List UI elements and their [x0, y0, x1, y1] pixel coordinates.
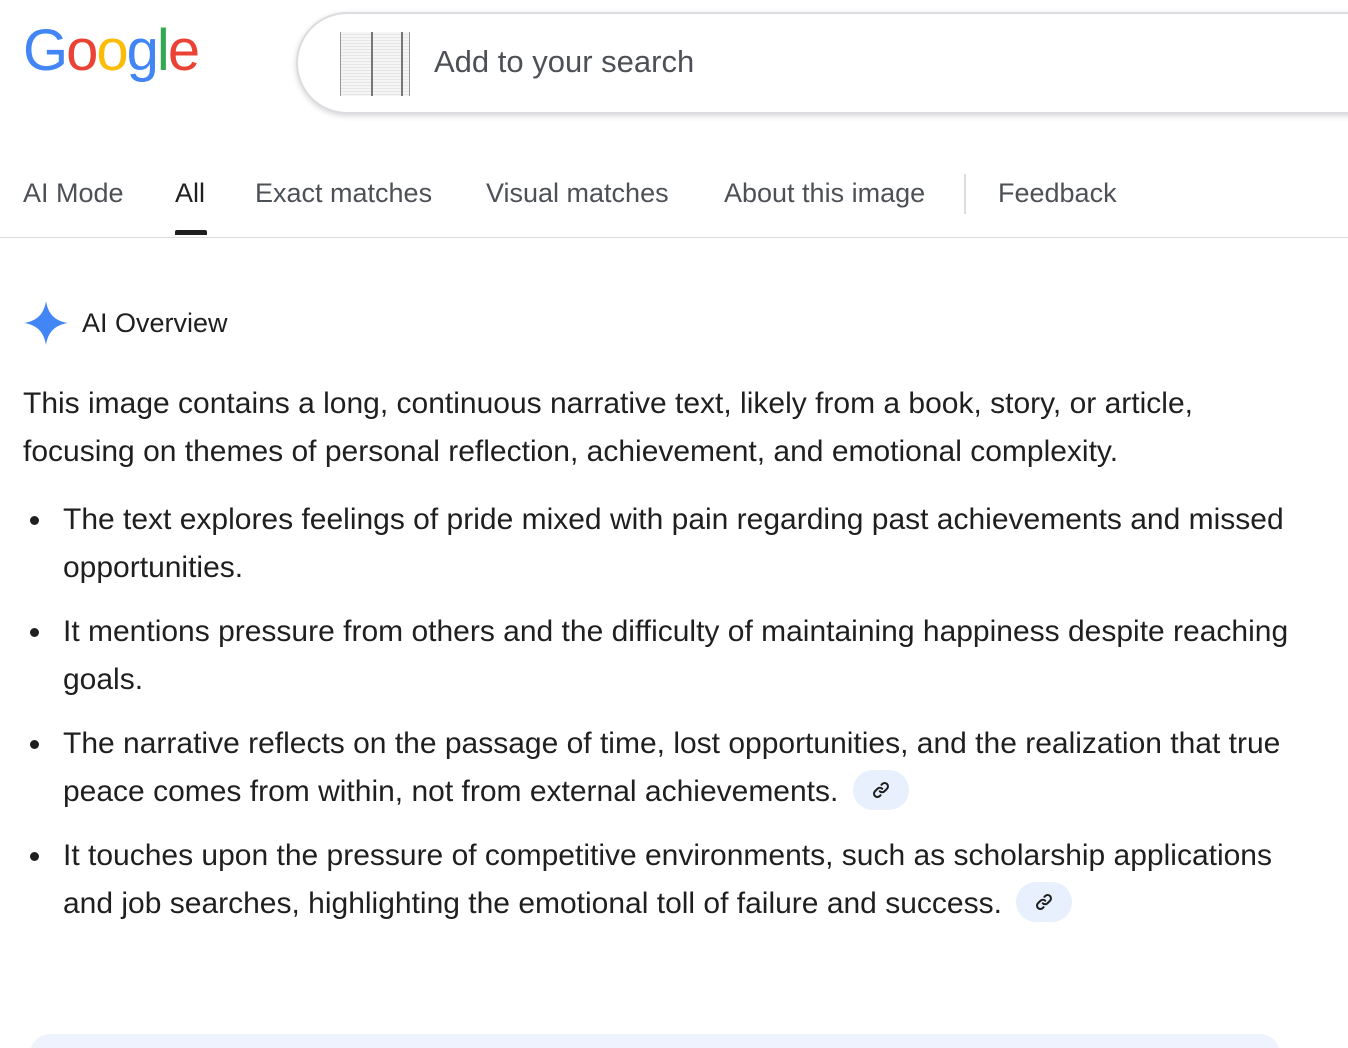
thumbnail-column-rule [371, 32, 373, 96]
tab-ai-mode[interactable]: AI Mode [23, 178, 124, 209]
logo-letter: l [156, 18, 170, 83]
tab-about-this-image[interactable]: About this image [724, 178, 925, 209]
ai-overview-header: AI Overview [23, 300, 228, 346]
tab-visual-matches[interactable]: Visual matches [486, 178, 669, 209]
list-item: It mentions pressure from others and the… [23, 608, 1313, 704]
link-icon [872, 782, 889, 799]
ai-overview-followup-card[interactable] [30, 1034, 1280, 1048]
ai-overview-summary: This image contains a long, continuous n… [23, 387, 1193, 468]
logo-letter: o [96, 18, 128, 83]
bullet-dot [30, 740, 39, 749]
thumbnail-column-rule [401, 32, 403, 96]
tab-feedback[interactable]: Feedback [998, 178, 1117, 209]
ai-overview-bullets: The text explores feelings of pride mixe… [23, 496, 1313, 944]
search-box[interactable] [296, 12, 1348, 114]
search-input[interactable] [434, 44, 1134, 80]
tab-exact-matches[interactable]: Exact matches [255, 178, 432, 209]
logo-letter: e [167, 18, 200, 83]
active-tab-indicator [175, 230, 207, 235]
list-item: It touches upon the pressure of competit… [23, 832, 1313, 928]
bullet-text: It mentions pressure from others and the… [63, 615, 1289, 696]
citation-link-button[interactable] [852, 770, 909, 811]
bullet-dot [30, 852, 39, 861]
tab-divider [964, 174, 966, 214]
page: Google AI Mode All Exact matches Visual … [0, 0, 1348, 1048]
logo-letter: o [66, 18, 98, 83]
search-tabs: AI Mode All Exact matches Visual matches… [0, 160, 1348, 238]
bullet-text: The text explores feelings of pride mixe… [63, 503, 1284, 584]
list-item: The narrative reflects on the passage of… [23, 720, 1313, 816]
logo-letter: G [23, 18, 68, 83]
list-item: The text explores feelings of pride mixe… [23, 496, 1313, 592]
logo-letter: g [126, 18, 159, 83]
link-icon [1036, 894, 1053, 911]
bullet-text: The narrative reflects on the passage of… [63, 727, 1281, 808]
tab-all[interactable]: All [175, 178, 205, 209]
citation-link-button[interactable] [1016, 882, 1073, 923]
google-logo[interactable]: Google [23, 18, 200, 83]
sparkle-icon [24, 301, 68, 345]
query-image-thumbnail[interactable] [340, 32, 410, 96]
bullet-dot [30, 628, 39, 637]
ai-overview-title: AI Overview [82, 307, 228, 338]
bullet-text: It touches upon the pressure of competit… [63, 839, 1272, 920]
bullet-dot [30, 516, 39, 525]
